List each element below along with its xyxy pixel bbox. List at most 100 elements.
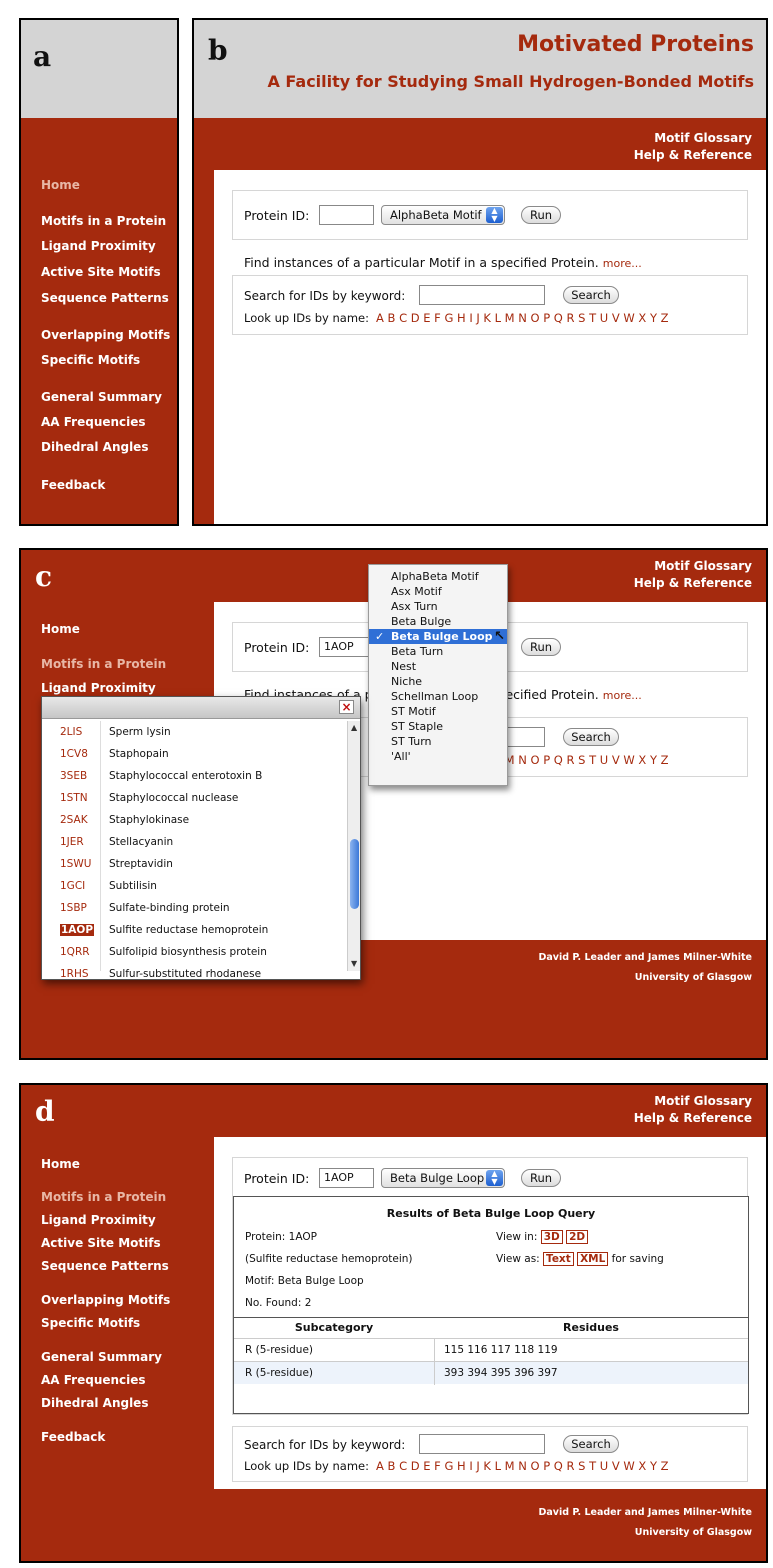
protein-id-link[interactable]: 2LIS [60, 726, 82, 738]
more-link[interactable]: more... [603, 689, 642, 702]
help-reference-link[interactable]: Help & Reference [634, 147, 752, 164]
view-2d-button[interactable]: 2D [566, 1230, 589, 1244]
nav-feedback[interactable]: Feedback [41, 1430, 105, 1444]
menu-option[interactable]: ST Turn [369, 734, 507, 749]
menu-option[interactable]: Beta Turn [369, 644, 507, 659]
row-residues: 115 116 117 118 119 [444, 1344, 558, 1356]
search-label: Search for IDs by keyword: [244, 289, 406, 303]
nav-specific-motifs[interactable]: Specific Motifs [41, 1316, 140, 1330]
motif-select[interactable]: Beta Bulge Loop ▲ ▼ [381, 1168, 505, 1188]
nav-ligand-proximity[interactable]: Ligand Proximity [41, 239, 156, 253]
list-item-highlighted[interactable]: 1AOP Sulfite reductase hemoprotein [42, 919, 350, 942]
menu-option[interactable]: AlphaBeta Motif [369, 569, 507, 584]
protein-id-link[interactable]: 1GCI [60, 880, 85, 892]
protein-id-input[interactable]: 1AOP [319, 1168, 374, 1188]
scroll-up-icon[interactable]: ▲ [351, 723, 357, 732]
nav-active-site-motifs[interactable]: Active Site Motifs [41, 1236, 161, 1250]
nav-sequence-patterns[interactable]: Sequence Patterns [41, 291, 169, 305]
menu-option[interactable]: Beta Bulge [369, 614, 507, 629]
list-item[interactable]: 1RHS Sulfur-substituted rhodanese [42, 963, 350, 979]
motif-glossary-link[interactable]: Motif Glossary [634, 1093, 752, 1110]
motif-dropdown-menu[interactable]: AlphaBeta Motif Asx Motif Asx Turn Beta … [368, 564, 508, 786]
list-item[interactable]: 2SAK Staphylokinase [42, 809, 350, 832]
keyword-search-input[interactable] [419, 1434, 545, 1454]
list-item[interactable]: 1QRR Sulfolipid biosynthesis protein [42, 941, 350, 964]
menu-option[interactable]: ST Motif [369, 704, 507, 719]
nav-sequence-patterns[interactable]: Sequence Patterns [41, 1259, 169, 1273]
protein-id-input[interactable] [319, 205, 374, 225]
search-button[interactable]: Search [563, 728, 619, 746]
help-reference-link[interactable]: Help & Reference [634, 1110, 752, 1127]
protein-id-link[interactable]: 1AOP [60, 924, 95, 936]
nav-home[interactable]: Home [41, 178, 80, 192]
protein-lookup-popup[interactable]: × 2LIS Sperm lysin 1CV8 Staphopain 3SEB Sta… [41, 696, 361, 980]
menu-option[interactable]: 'All' [369, 749, 507, 764]
nav-motifs-in-protein[interactable]: Motifs in a Protein [41, 657, 166, 671]
nav-aa-frequencies[interactable]: AA Frequencies [41, 1373, 146, 1387]
help-reference-link[interactable]: Help & Reference [634, 575, 752, 592]
menu-option[interactable]: ST Staple [369, 719, 507, 734]
protein-id-input[interactable]: 1AOP [319, 637, 374, 657]
view-xml-button[interactable]: XML [577, 1252, 609, 1266]
popup-close-button[interactable]: × [339, 700, 354, 714]
nav-motifs-in-protein[interactable]: Motifs in a Protein [41, 214, 166, 228]
nav-aa-frequencies[interactable]: AA Frequencies [41, 415, 146, 429]
menu-option-selected[interactable]: ✓ Beta Bulge Loop ↖ [369, 629, 507, 644]
nav-dihedral-angles[interactable]: Dihedral Angles [41, 1396, 148, 1410]
list-item[interactable]: 1STN Staphylococcal nuclease [42, 787, 350, 810]
nav-motifs-in-protein[interactable]: Motifs in a Protein [41, 1190, 166, 1204]
nav-specific-motifs[interactable]: Specific Motifs [41, 353, 140, 367]
protein-id-link[interactable]: 1QRR [60, 946, 90, 958]
nav-overlapping-motifs[interactable]: Overlapping Motifs [41, 1293, 170, 1307]
list-item[interactable]: 3SEB Staphylococcal enterotoxin B [42, 765, 350, 788]
nav-home[interactable]: Home [41, 622, 80, 636]
protein-id-link[interactable]: 1SBP [60, 902, 87, 914]
menu-option[interactable]: Nest [369, 659, 507, 674]
protein-id-link[interactable]: 1JER [60, 836, 84, 848]
motif-select[interactable]: AlphaBeta Motif ▲ ▼ [381, 205, 505, 225]
run-button[interactable]: Run [521, 638, 561, 656]
protein-id-link[interactable]: 1CV8 [60, 748, 88, 760]
list-item[interactable]: 1SBP Sulfate-binding protein [42, 897, 350, 920]
menu-option[interactable]: Niche [369, 674, 507, 689]
motif-glossary-link[interactable]: Motif Glossary [634, 558, 752, 575]
list-item[interactable]: 1SWU Streptavidin [42, 853, 350, 876]
more-link[interactable]: more... [603, 257, 642, 270]
nav-home[interactable]: Home [41, 1157, 80, 1171]
view-as-label: View as: [496, 1253, 540, 1265]
nav-general-summary[interactable]: General Summary [41, 390, 162, 404]
nav-overlapping-motifs[interactable]: Overlapping Motifs [41, 328, 170, 342]
protein-name: Stellacyanin [109, 836, 174, 848]
list-item[interactable]: 1JER Stellacyanin [42, 831, 350, 854]
alphabet-links[interactable]: A B C D E F G H I J K L M N O P Q R S T … [376, 1459, 669, 1473]
alphabet-links[interactable]: A B C D E F G H I J K L M N O P Q R S T … [376, 311, 669, 325]
run-button[interactable]: Run [521, 1169, 561, 1187]
list-item[interactable]: 1GCI Subtilisin [42, 875, 350, 898]
protein-id-link[interactable]: 3SEB [60, 770, 87, 782]
scroll-thumb[interactable] [350, 839, 359, 909]
protein-id-link[interactable]: 1RHS [60, 968, 89, 979]
protein-id-link[interactable]: 2SAK [60, 814, 88, 826]
nav-ligand-proximity[interactable]: Ligand Proximity [41, 1213, 156, 1227]
protein-id-link[interactable]: 1SWU [60, 858, 91, 870]
scroll-down-icon[interactable]: ▼ [351, 959, 357, 968]
menu-option[interactable]: Asx Motif [369, 584, 507, 599]
nav-feedback[interactable]: Feedback [41, 478, 105, 492]
menu-option[interactable]: Asx Turn [369, 599, 507, 614]
nav-dihedral-angles[interactable]: Dihedral Angles [41, 440, 148, 454]
menu-option[interactable]: Schellman Loop [369, 689, 507, 704]
nav-ligand-proximity[interactable]: Ligand Proximity [41, 681, 156, 695]
protein-id-link[interactable]: 1STN [60, 792, 88, 804]
motif-glossary-link[interactable]: Motif Glossary [634, 130, 752, 147]
list-item[interactable]: 2LIS Sperm lysin [42, 721, 350, 744]
list-item[interactable]: 1CV8 Staphopain [42, 743, 350, 766]
search-button[interactable]: Search [563, 1435, 619, 1453]
nav-general-summary[interactable]: General Summary [41, 1350, 162, 1364]
nav-active-site-motifs[interactable]: Active Site Motifs [41, 265, 161, 279]
run-button[interactable]: Run [521, 206, 561, 224]
view-text-button[interactable]: Text [543, 1252, 574, 1266]
view-3d-button[interactable]: 3D [540, 1230, 563, 1244]
popup-scrollbar[interactable]: ▲ ▼ [347, 721, 360, 971]
search-button[interactable]: Search [563, 286, 619, 304]
keyword-search-input[interactable] [419, 285, 545, 305]
